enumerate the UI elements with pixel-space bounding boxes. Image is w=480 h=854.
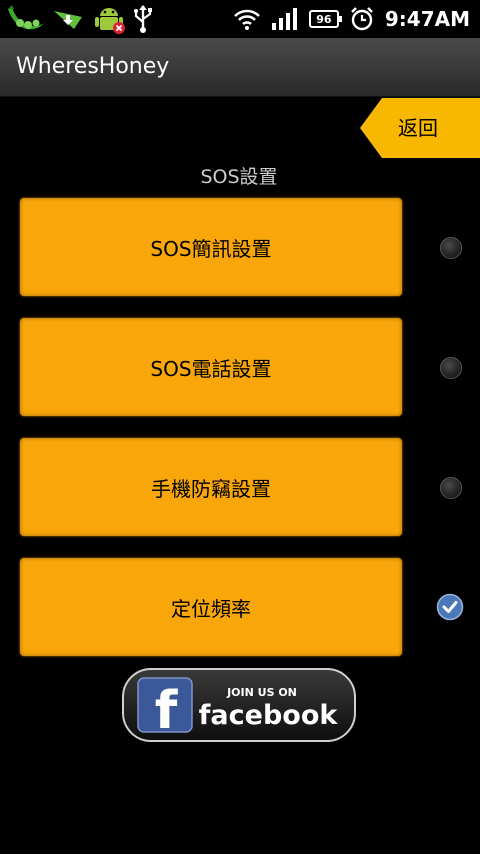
location-frequency-button[interactable]: 定位頻率 [20, 558, 402, 656]
sos-sms-settings-button[interactable]: SOS簡訊設置 [20, 198, 402, 296]
anti-theft-settings-label: 手機防竊設置 [151, 476, 271, 501]
facebook-logo-letter: f [155, 681, 179, 741]
location-frequency-label: 定位頻率 [171, 596, 251, 621]
sos-sms-settings-label: SOS簡訊設置 [150, 236, 272, 261]
join-facebook-button[interactable]: f JOIN US ON facebook [122, 668, 356, 742]
android-debug-icon [95, 8, 125, 34]
battery-icon: 96 [308, 10, 342, 28]
signal-icon [271, 8, 297, 30]
usb-icon [134, 5, 152, 33]
status-left-icons [6, 3, 154, 35]
anti-theft-settings-radio[interactable] [440, 477, 462, 499]
download-icon [54, 11, 82, 29]
app-title: WheresHoney [16, 54, 170, 79]
sos-call-settings-button[interactable]: SOS電話設置 [20, 318, 402, 416]
wifi-icon [233, 9, 260, 30]
status-bar: 96 9:47AM [0, 0, 480, 38]
join-us-text: JOIN US ON [226, 686, 297, 699]
facebook-brand-text: facebook [199, 700, 339, 731]
status-time: 9:47AM [384, 7, 470, 31]
section-title: SOS設置 [200, 166, 278, 188]
sos-call-settings-label: SOS電話設置 [150, 356, 272, 381]
back-button[interactable]: 返回 [360, 98, 480, 158]
back-button-label: 返回 [398, 116, 438, 140]
alarm-icon [351, 7, 373, 31]
battery-level: 96 [316, 12, 332, 26]
location-frequency-radio-checked[interactable] [436, 593, 464, 621]
peapod-icon [8, 5, 44, 30]
anti-theft-settings-button[interactable]: 手機防竊設置 [20, 438, 402, 536]
status-right-icons: 96 9:47AM [233, 0, 470, 38]
app-title-bar: WheresHoney [0, 38, 480, 97]
sos-sms-settings-radio[interactable] [440, 237, 462, 259]
sos-call-settings-radio[interactable] [440, 357, 462, 379]
